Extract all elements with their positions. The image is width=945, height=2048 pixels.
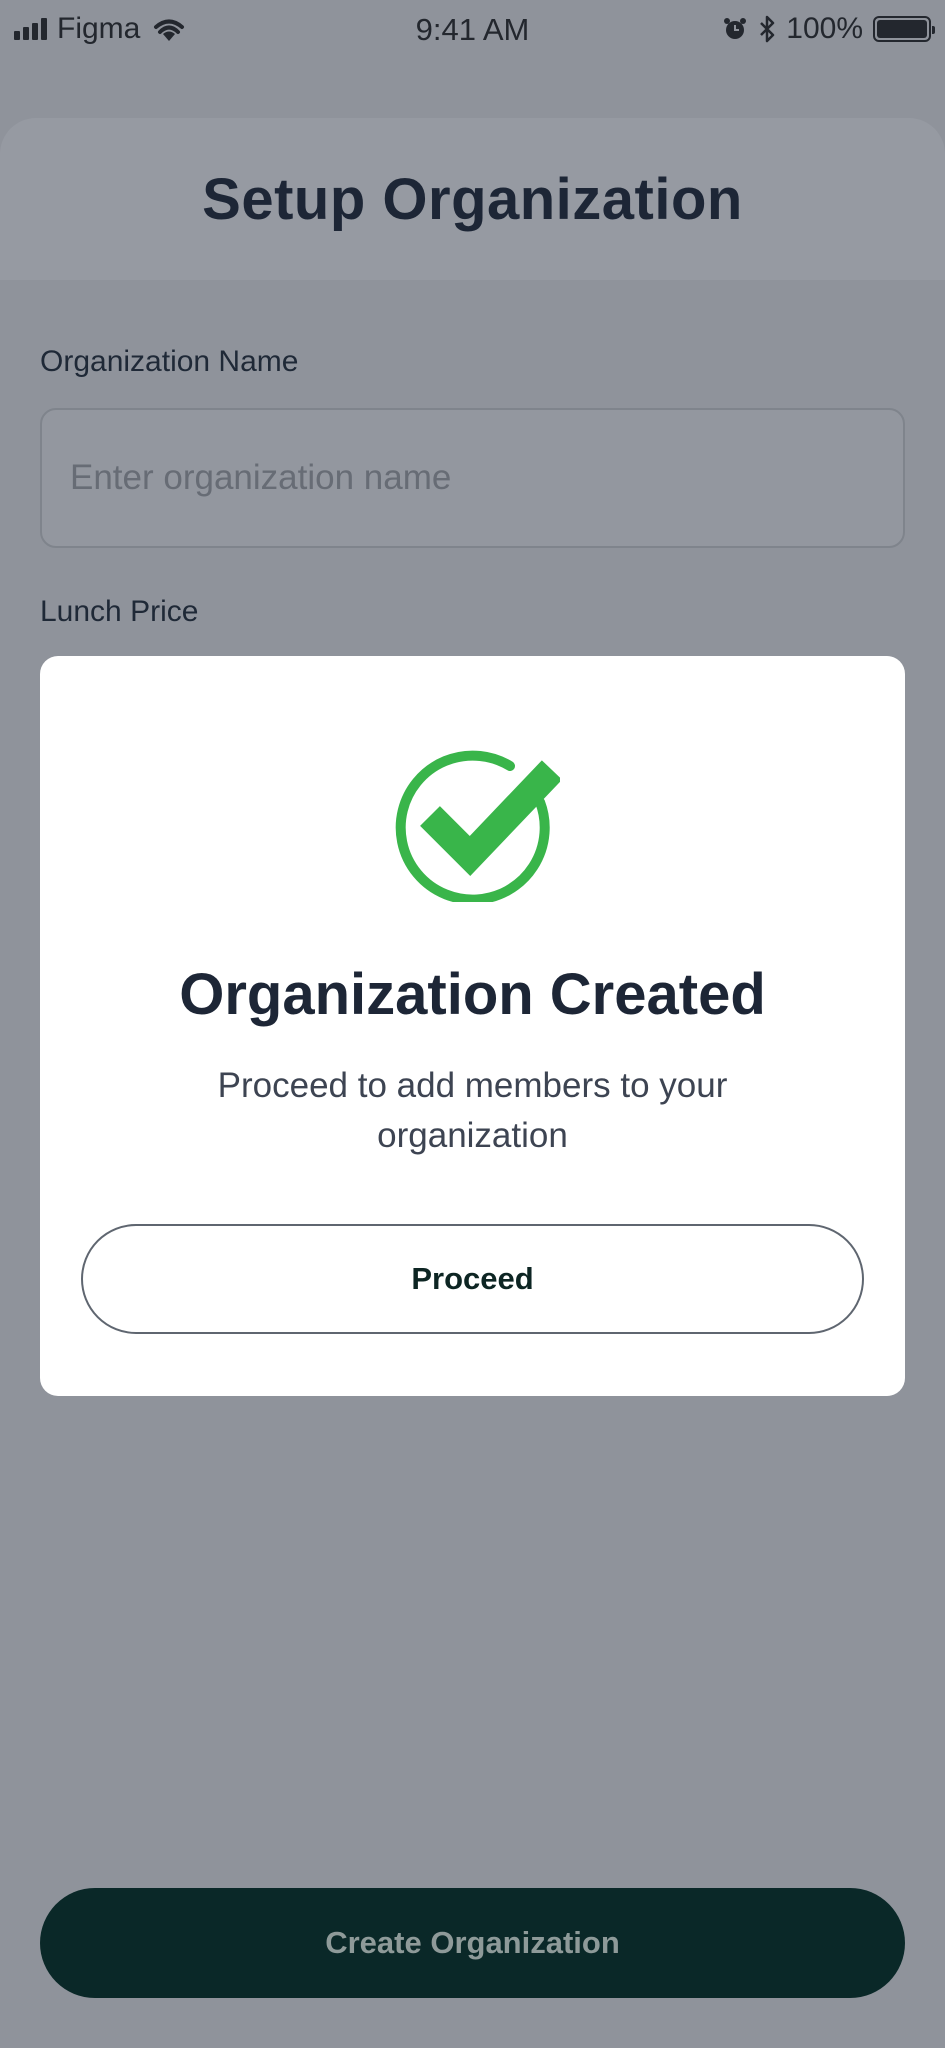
- success-modal: Organization Created Proceed to add memb…: [40, 656, 905, 1396]
- status-bar: Figma 9:41 AM 100%: [0, 0, 945, 58]
- org-name-input[interactable]: [40, 408, 905, 548]
- sheet-header: Setup Organization: [0, 118, 945, 280]
- page-title: Setup Organization: [202, 166, 743, 232]
- check-circle-icon: [395, 750, 560, 902]
- battery-icon: [873, 16, 935, 42]
- lunch-price-label: Lunch Price: [40, 595, 199, 628]
- status-time: 9:41 AM: [415, 12, 530, 47]
- modal-title: Organization Created: [179, 962, 766, 1027]
- proceed-button[interactable]: Proceed: [81, 1224, 864, 1334]
- modal-subtitle: Proceed to add members to your organizat…: [217, 1066, 728, 1155]
- create-organization-button[interactable]: Create Organization: [40, 1888, 905, 1998]
- org-name-label: Organization Name: [40, 345, 299, 378]
